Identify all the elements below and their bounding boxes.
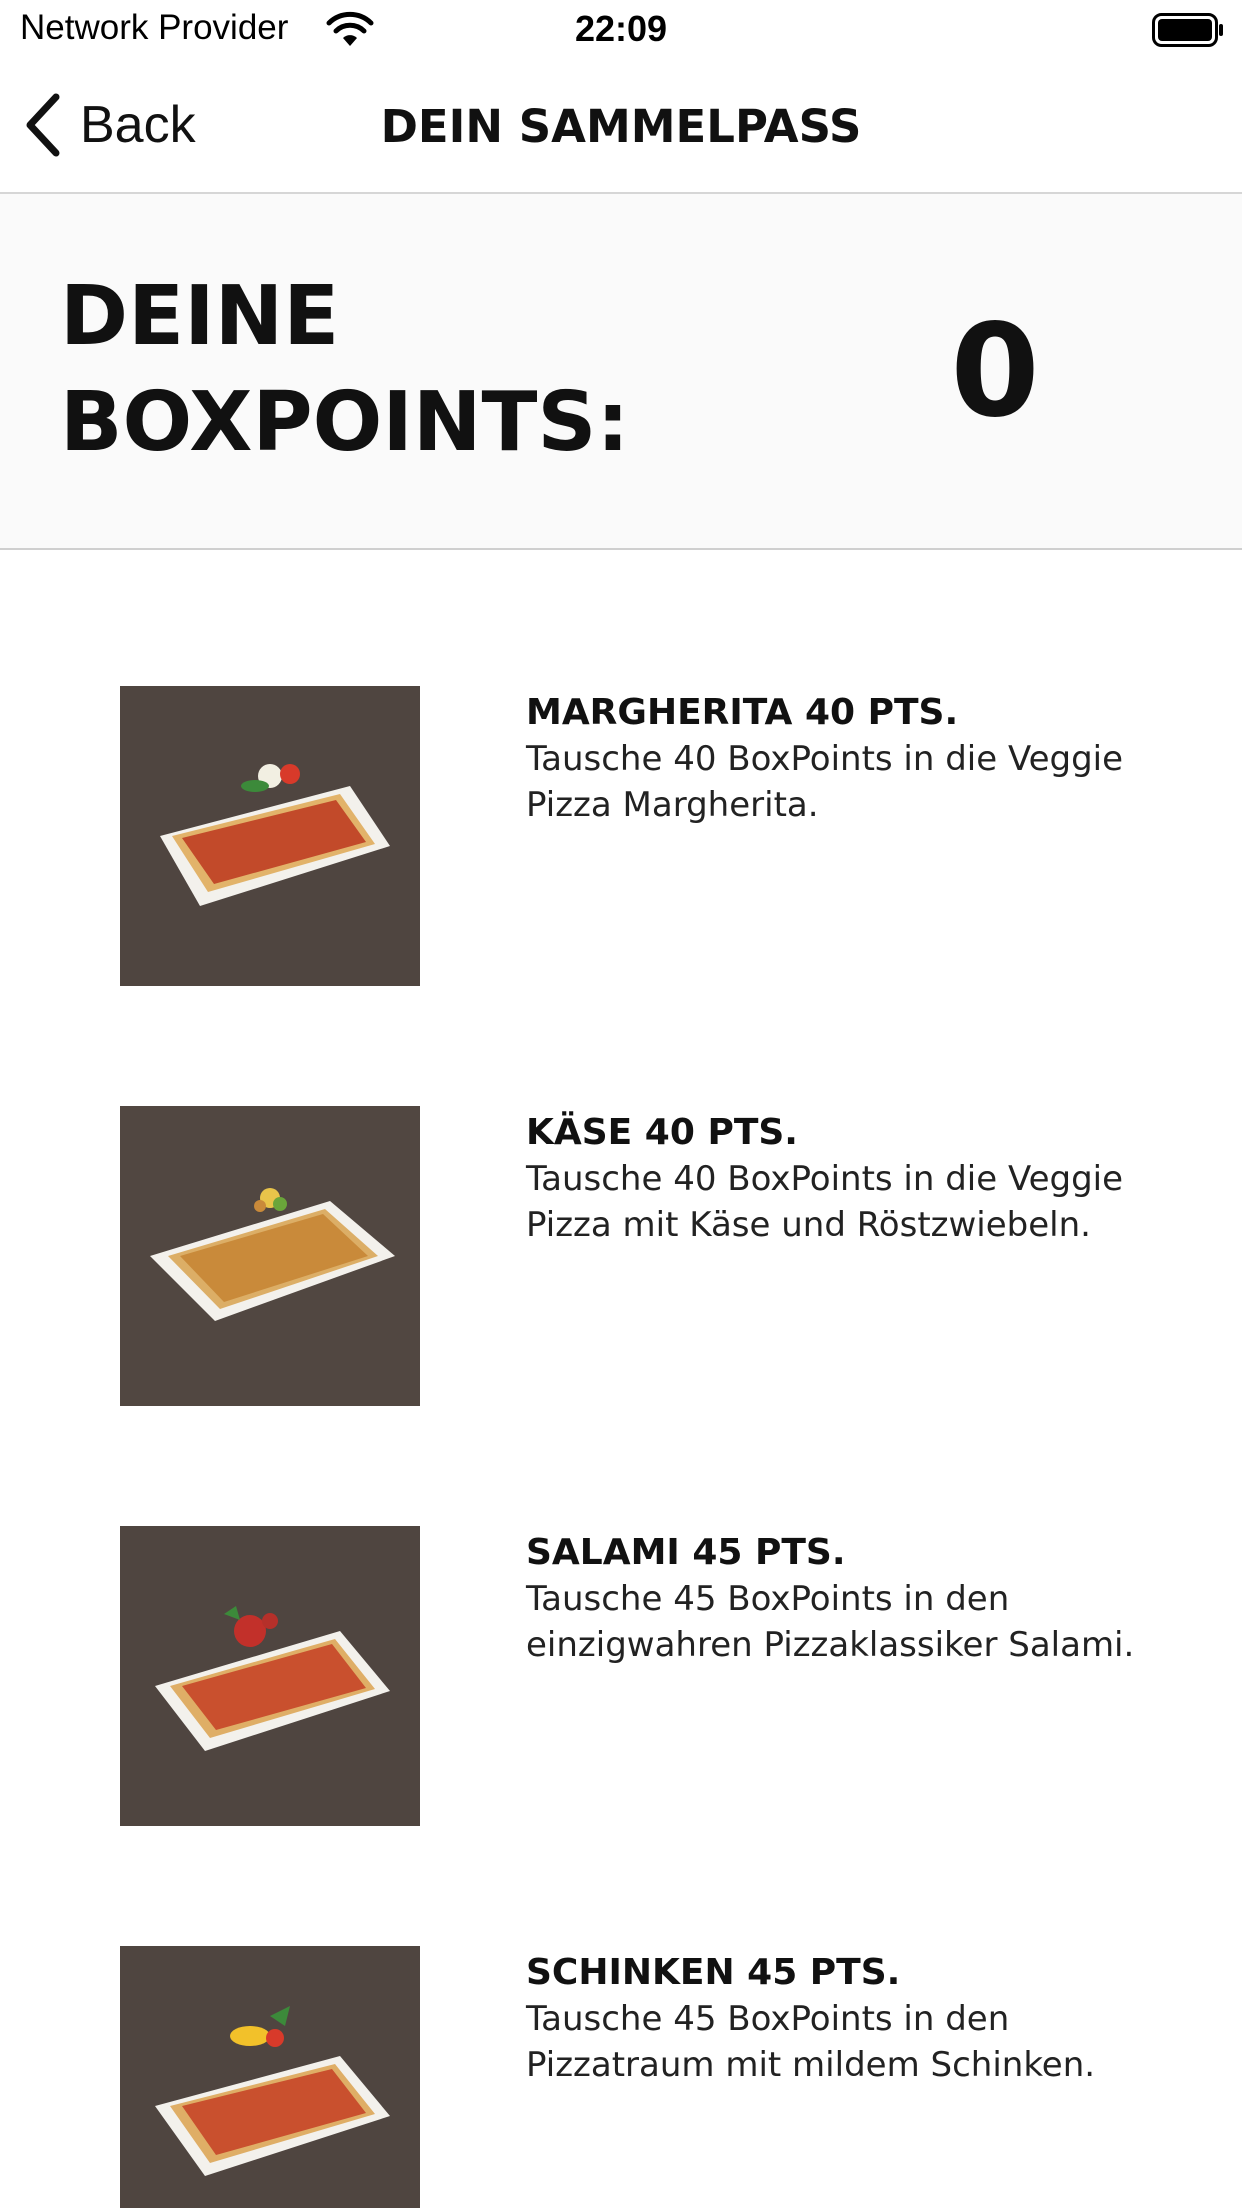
boxpoints-label-line1: DEINE — [60, 269, 340, 364]
topping — [254, 1200, 266, 1212]
pizza-margherita-photo — [120, 686, 420, 986]
topping — [273, 1197, 287, 1211]
navigation-bar: Back DEIN SAMMELPASS — [0, 60, 1242, 194]
reward-item-kaese[interactable]: KÄSE 40 PTS. Tausche 40 BoxPoints in die… — [0, 970, 1242, 1406]
reward-text: KÄSE 40 PTS. Tausche 40 BoxPoints in die… — [526, 1110, 1206, 1248]
reward-title: SCHINKEN 45 PTS. — [526, 1952, 901, 1993]
pizza-salami-photo — [120, 1526, 420, 1826]
reward-text: MARGHERITA 40 PTS. Tausche 40 BoxPoints … — [526, 690, 1206, 828]
boxpoints-value: 0 — [950, 297, 1040, 446]
topping — [230, 2026, 270, 2046]
pizza-image — [120, 1526, 420, 1826]
reward-text: SCHINKEN 45 PTS. Tausche 45 BoxPoints in… — [526, 1950, 1206, 2088]
topping — [262, 1613, 278, 1629]
reward-item-margherita[interactable]: MARGHERITA 40 PTS. Tausche 40 BoxPoints … — [0, 550, 1242, 986]
topping — [241, 780, 269, 792]
reward-item-schinken[interactable]: SCHINKEN 45 PTS. Tausche 45 BoxPoints in… — [0, 1810, 1242, 2208]
status-bar: Network Provider 22:09 — [0, 0, 1242, 60]
boxpoints-summary: DEINE BOXPOINTS: 0 — [0, 194, 1242, 550]
reward-description: Tausche 40 BoxPoints in die Veggie Pizza… — [526, 739, 1124, 825]
reward-text: SALAMI 45 PTS. Tausche 45 BoxPoints in d… — [526, 1530, 1206, 1668]
topping — [280, 764, 300, 784]
pizza-image — [120, 1946, 420, 2208]
rewards-list: MARGHERITA 40 PTS. Tausche 40 BoxPoints … — [0, 550, 1242, 2208]
topping — [266, 2029, 284, 2047]
boxpoints-label: DEINE BOXPOINTS: — [60, 264, 630, 476]
reward-title: MARGHERITA 40 PTS. — [526, 692, 959, 733]
reward-title: SALAMI 45 PTS. — [526, 1532, 846, 1573]
pizza-image — [120, 686, 420, 986]
pizza-image — [120, 1106, 420, 1406]
reward-description: Tausche 45 BoxPoints in den einzigwahren… — [526, 1579, 1135, 1665]
status-time: 22:09 — [574, 8, 668, 49]
reward-item-salami[interactable]: SALAMI 45 PTS. Tausche 45 BoxPoints in d… — [0, 1390, 1242, 1826]
reward-title: KÄSE 40 PTS. — [526, 1112, 798, 1153]
reward-description: Tausche 40 BoxPoints in die Veggie Pizza… — [526, 1159, 1124, 1245]
topping — [234, 1615, 266, 1647]
battery-icon — [1152, 13, 1223, 47]
reward-description: Tausche 45 BoxPoints in den Pizzatraum m… — [526, 1999, 1096, 2085]
boxpoints-label-line2: BOXPOINTS: — [60, 375, 630, 470]
pizza-kaese-photo — [120, 1106, 420, 1406]
page-title: DEIN SAMMELPASS — [380, 100, 862, 153]
pizza-schinken-photo — [120, 1946, 420, 2208]
